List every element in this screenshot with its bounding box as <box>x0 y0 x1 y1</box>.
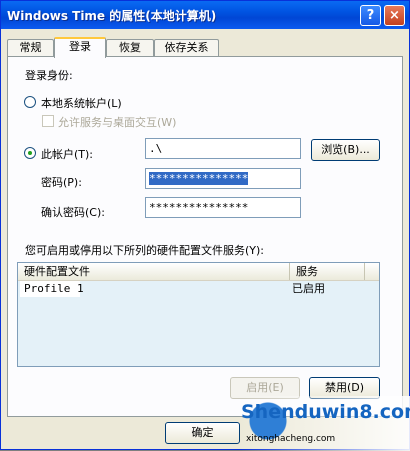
title-bar[interactable]: Windows Time 的属性(本地计算机) ? × <box>1 1 409 29</box>
tab-general[interactable]: 常规 <box>7 39 54 57</box>
properties-dialog: Windows Time 的属性(本地计算机) ? × 常规 登录 恢复 依存关… <box>0 0 410 451</box>
confirm-password-input[interactable]: *************** <box>145 197 301 218</box>
profile-status-cell: 已启用 <box>292 282 325 295</box>
list-header: 硬件配置文件 服务 <box>18 263 379 281</box>
help-button[interactable]: ? <box>360 5 381 26</box>
interact-desktop-label: 允许服务与桌面交互(W) <box>58 116 177 129</box>
password-label: 密码(P): <box>41 176 82 189</box>
local-system-label[interactable]: 本地系统帐户(L) <box>41 95 122 111</box>
interact-desktop-checkbox[interactable] <box>42 115 54 127</box>
tab-dependencies[interactable]: 依存关系 <box>154 39 219 57</box>
this-account-label[interactable]: 此帐户(T): <box>41 146 93 162</box>
window-title: Windows Time 的属性(本地计算机) <box>7 9 217 23</box>
browse-button[interactable]: 浏览(B)... <box>311 139 380 161</box>
column-header-profile[interactable]: 硬件配置文件 <box>18 263 290 280</box>
ok-button[interactable]: 确定 <box>165 422 240 444</box>
column-header-service[interactable]: 服务 <box>290 263 365 280</box>
watermark-sub: xitonghacheng.com <box>246 434 336 444</box>
hardware-profiles-list[interactable]: 硬件配置文件 服务 Profile 1 已启用 <box>17 262 380 367</box>
close-button[interactable]: × <box>384 5 405 26</box>
confirm-password-label: 确认密码(C): <box>41 206 105 219</box>
profile-name-cell: Profile 1 <box>20 281 84 297</box>
password-input[interactable]: *************** <box>145 168 301 189</box>
local-system-radio[interactable] <box>24 96 36 108</box>
profiles-caption: 您可启用或停用以下所列的硬件配置文件服务(Y): <box>25 244 265 257</box>
account-input[interactable]: .\ <box>145 138 301 159</box>
radio-selected-dot <box>28 151 32 155</box>
table-row[interactable]: Profile 1 已启用 <box>18 281 379 297</box>
logon-as-label: 登录身份: <box>25 69 73 82</box>
password-value: *************** <box>149 172 249 185</box>
tab-recovery[interactable]: 恢复 <box>106 39 154 57</box>
watermark-brand: Shenduwin8.com <box>241 401 410 423</box>
this-account-radio[interactable] <box>24 147 36 159</box>
tab-logon[interactable]: 登录 <box>54 37 106 58</box>
